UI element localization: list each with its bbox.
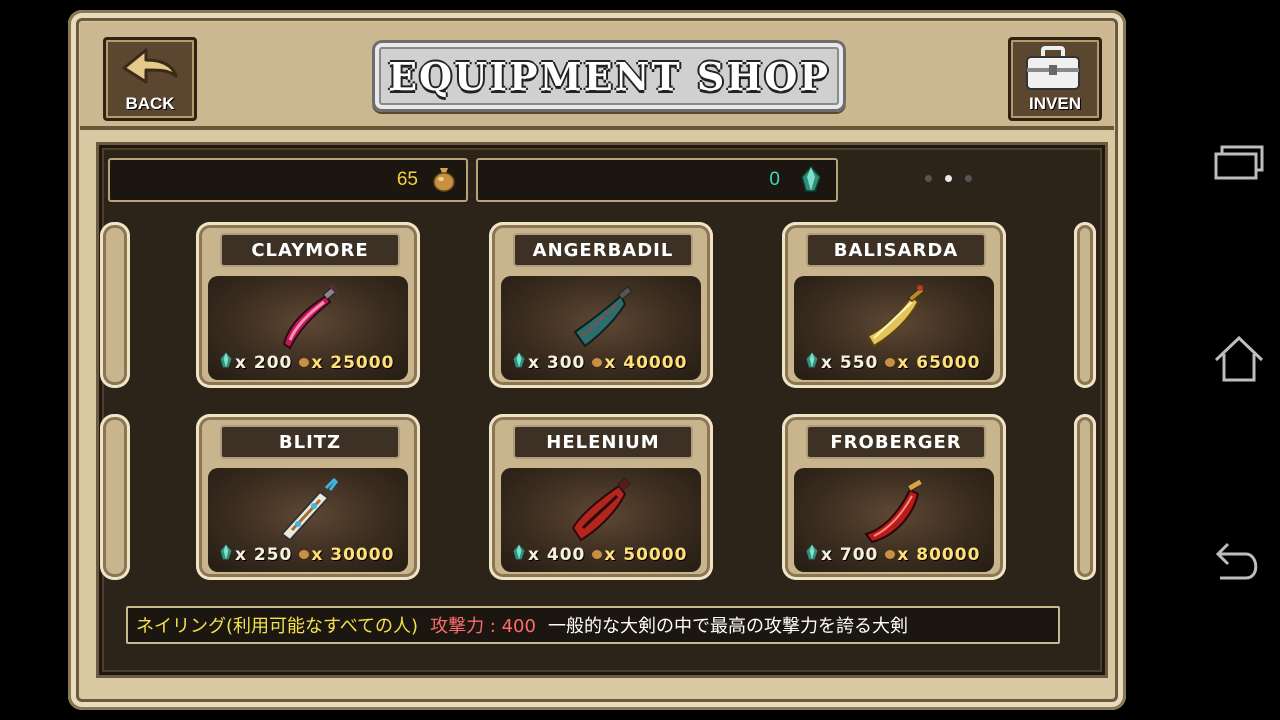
money-bag-icon: [884, 353, 896, 373]
item-description-bar: ネイリング(利用可能なすべての人) 攻撃力 : 400 一般的な大剣の中で最高の…: [126, 606, 1060, 644]
gold-price: x 80000: [897, 544, 981, 565]
page-indicator: [925, 175, 972, 182]
crystal-price: x 200: [235, 352, 293, 373]
money-bag-icon: [591, 545, 603, 565]
crystal-price: x 550: [821, 352, 879, 373]
description-item-name: ネイリング(利用可能なすべての人): [136, 616, 419, 637]
title-plate: EQUIPMENT SHOP: [372, 40, 846, 112]
back-button[interactable]: BACK: [103, 37, 197, 121]
money-bag-icon: [884, 545, 896, 565]
gold-price: x 30000: [311, 544, 395, 565]
edge-card-right[interactable]: [1074, 222, 1096, 388]
edge-card-left[interactable]: [100, 222, 130, 388]
item-image-well: x 300 x 40000: [501, 276, 701, 380]
item-image-well: x 400 x 50000: [501, 468, 701, 572]
description-stat: 攻撃力 : 400: [430, 616, 536, 637]
sword-icon: [866, 285, 925, 348]
edge-card-left[interactable]: [100, 414, 130, 580]
item-image-well: x 200 x 25000: [208, 276, 408, 380]
money-bag-icon: [298, 545, 310, 565]
crystal-icon: [511, 351, 527, 374]
page-dot[interactable]: [925, 175, 932, 182]
money-bag-icon: [591, 353, 603, 373]
item-name: BLITZ: [220, 425, 400, 459]
item-card-helenium[interactable]: HELENIUM x 400 x 50000: [489, 414, 713, 580]
item-price: x 550 x 65000: [804, 351, 986, 374]
gold-price: x 40000: [604, 352, 688, 373]
item-card-angerbadil[interactable]: ANGERBADIL x 300 x 40000: [489, 222, 713, 388]
sword-icon: [571, 477, 632, 542]
sword-icon: [573, 286, 633, 348]
item-card-balisarda[interactable]: BALISARDA x 550 x 65000: [782, 222, 1006, 388]
back-label: BACK: [125, 94, 175, 113]
item-price: x 250 x 30000: [218, 543, 400, 566]
briefcase-icon: [1026, 46, 1080, 90]
page-dot-active[interactable]: [945, 175, 952, 182]
item-name: BALISARDA: [806, 233, 986, 267]
item-price: x 400 x 50000: [511, 543, 693, 566]
crystal-icon: [804, 351, 820, 374]
gold-price: x 50000: [604, 544, 688, 565]
inven-button[interactable]: INVEN: [1008, 37, 1102, 121]
crystal-price: x 250: [235, 544, 293, 565]
page-title: EQUIPMENT SHOP: [388, 53, 830, 99]
crystal-counter: 0: [476, 158, 838, 202]
gold-price: x 25000: [311, 352, 395, 373]
item-name: ANGERBADIL: [513, 233, 693, 267]
crystal-icon: [511, 543, 527, 566]
money-bag-icon: [433, 168, 455, 192]
crystal-icon: [804, 543, 820, 566]
back-arrow-icon: [122, 48, 178, 84]
gold-counter: 65: [108, 158, 468, 202]
crystal-value: 0: [769, 169, 780, 190]
item-image-well: x 250 x 30000: [208, 468, 408, 572]
item-name: CLAYMORE: [220, 233, 400, 267]
crystal-price: x 700: [821, 544, 879, 565]
item-price: x 300 x 40000: [511, 351, 693, 374]
item-name: HELENIUM: [513, 425, 693, 459]
sword-icon: [280, 477, 338, 542]
item-card-claymore[interactable]: CLAYMORE x 200 x 25000: [196, 222, 420, 388]
crystal-price: x 400: [528, 544, 586, 565]
page-dot[interactable]: [965, 175, 972, 182]
item-card-froberger[interactable]: FROBERGER x 700 x 80000: [782, 414, 1006, 580]
edge-card-right[interactable]: [1074, 414, 1096, 580]
description-text: 一般的な大剣の中で最高の攻撃力を誇る大剣: [547, 616, 908, 637]
item-price: x 700 x 80000: [804, 543, 986, 566]
inven-label: INVEN: [1029, 94, 1081, 113]
item-name: FROBERGER: [806, 425, 986, 459]
item-image-well: x 550 x 65000: [794, 276, 994, 380]
sword-icon: [282, 283, 339, 350]
nav-back-icon[interactable]: [1212, 538, 1266, 584]
crystal-icon: [218, 351, 234, 374]
crystal-icon: [801, 165, 821, 192]
gold-value: 65: [396, 169, 418, 190]
money-bag-icon: [298, 353, 310, 373]
item-price: x 200 x 25000: [218, 351, 400, 374]
home-icon[interactable]: [1212, 334, 1266, 384]
crystal-icon: [218, 543, 234, 566]
recent-apps-icon[interactable]: [1212, 142, 1266, 182]
gold-price: x 65000: [897, 352, 981, 373]
item-image-well: x 700 x 80000: [794, 468, 994, 572]
item-card-blitz[interactable]: BLITZ x 250 x 30000: [196, 414, 420, 580]
sword-icon: [864, 478, 924, 544]
crystal-price: x 300: [528, 352, 586, 373]
